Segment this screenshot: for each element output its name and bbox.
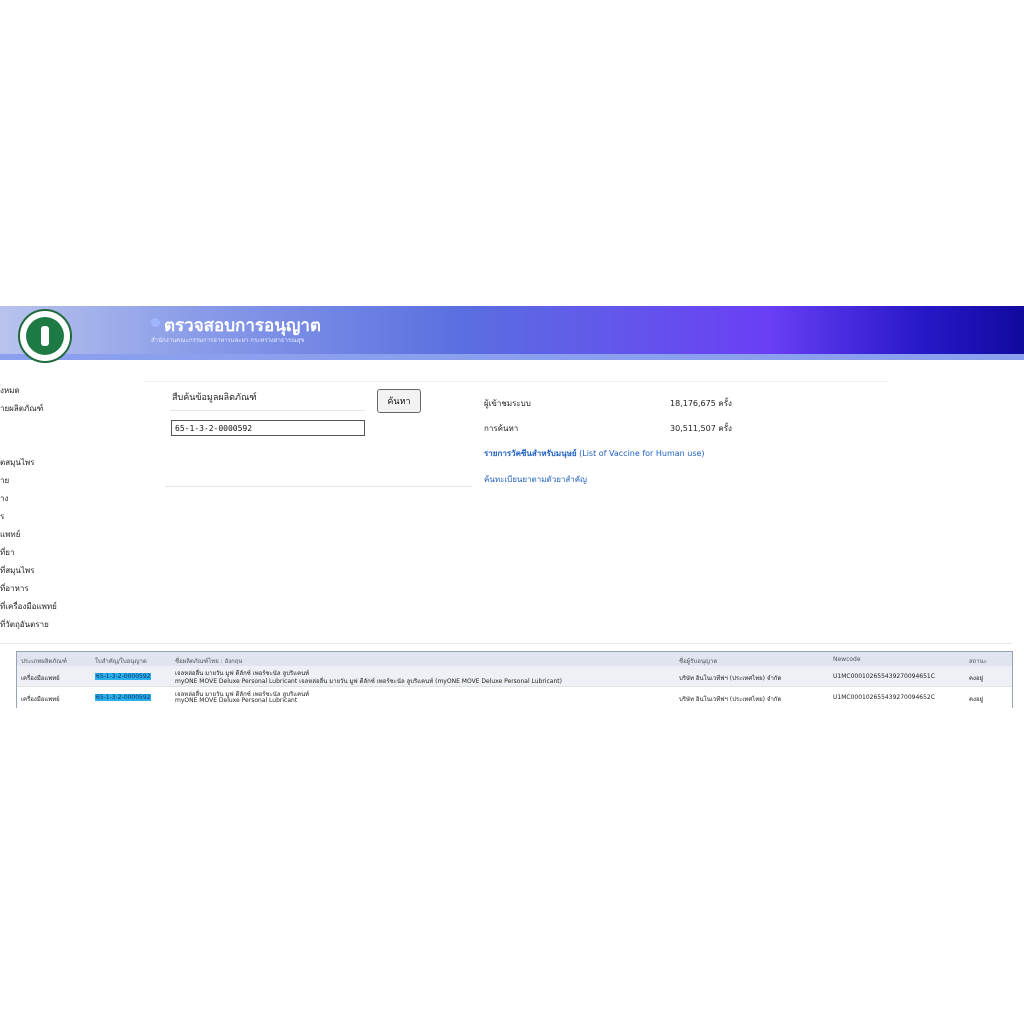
cell-type: เครื่องมือแพทย์ [21,696,60,703]
sidebar-item-all[interactable]: ั้งหมด [0,384,20,397]
table-row[interactable]: เครื่องมือแพทย์ 65-1-3-2-0000592 เจลหล่อ… [17,686,1012,708]
cell-license[interactable]: 65-1-3-2-0000592 [95,694,152,701]
sidebar-item-drug-place[interactable]: ที่ยา [0,546,14,559]
cell-license[interactable]: 65-1-3-2-0000592 [95,673,152,680]
sidebar-item-5[interactable]: าย [0,474,9,487]
cell-name-en: myONE MOVE Deluxe Personal Lubricant เจล… [175,678,562,685]
cell-newcode: U1MC000102655439270094651C [833,673,935,680]
content-divider [145,381,887,382]
header-banner [0,306,1024,354]
header-strip [0,354,1024,360]
cell-name-en: myONE MOVE Deluxe Personal Lubricant [175,697,298,704]
cell-licensee: บริษัท อินโนเวทีฟฯ (ประเทศไทย) จำกัด [679,696,782,703]
col-header-license[interactable]: ใบสำคัญ/ใบอนุญาต [95,656,147,666]
sidebar-item-medical[interactable]: แพทย์ [0,528,20,541]
visitors-label: ผู้เข้าชมระบบ [484,399,531,408]
search-input[interactable] [171,420,365,436]
sidebar-item-7[interactable]: ร [0,510,4,523]
table-row[interactable]: เครื่องมือแพทย์ 65-1-3-2-0000592 เจลหล่อ… [17,666,1012,686]
sidebar-item-product-seller[interactable]: ายผลิตภัณฑ์ [0,402,43,415]
cell-newcode: U1MC000102655439270094652C [833,694,935,701]
search-button[interactable]: ค้นหา [377,389,421,413]
title-dot-icon [151,318,160,327]
vaccine-link-english: (List of Vaccine for Human use) [576,449,705,458]
sidebar-item-device-place[interactable]: ที่เครื่องมือแพทย์ [0,600,57,613]
sidebar-item-6[interactable]: าง [0,492,8,505]
cell-status: คงอยู่ [969,696,984,703]
results-table: ประเภทผลิตภัณฑ์ ใบสำคัญ/ใบอนุญาต ชื่อผลิ… [16,651,1013,708]
cell-licensee: บริษัท อินโนเวทีฟฯ (ประเทศไทย) จำกัด [679,675,782,682]
sidebar-item-herbal[interactable]: ิตสมุนไพร [0,456,34,469]
table-header-row: ประเภทผลิตภัณฑ์ ใบสำคัญ/ใบอนุญาต ชื่อผลิ… [17,652,1012,667]
sidebar-item-herbal-place[interactable]: ที่สมุนไพร [0,564,35,577]
drug-register-search-link[interactable]: ค้นทะเบียนยาตามตัวยาสำคัญ [484,473,587,486]
table-divider [0,643,1012,644]
col-header-name[interactable]: ชื่อผลิตภัณฑ์ไทย : อังกฤษ [175,656,242,666]
fda-logo-icon [18,309,72,363]
col-header-status[interactable]: สถานะ [969,656,987,666]
search-panel-divider [165,486,472,487]
license-highlight: 65-1-3-2-0000592 [95,673,152,680]
license-highlight: 65-1-3-2-0000592 [95,694,152,701]
searches-value: 30,511,507 ครั้ง [670,424,732,433]
visitors-value: 18,176,675 ครั้ง [670,399,732,408]
col-header-licensee[interactable]: ชื่อผู้รับอนุญาต [679,656,717,666]
col-header-newcode[interactable]: Newcode [833,656,861,663]
vaccine-link-thai: รายการวัคซีนสำหรับมนุษย์ [484,449,577,458]
page-subtitle: สำนักงานคณะกรรมการอาหารและยา กระทรวงสาธา… [151,337,305,344]
search-label: สืบค้นข้อมูลผลิตภัณฑ์ [172,393,257,403]
sidebar-item-food-place[interactable]: ที่อาหาร [0,582,29,595]
cell-type: เครื่องมือแพทย์ [21,675,60,682]
vaccine-list-link[interactable]: รายการวัคซีนสำหรับมนุษย์ (List of Vaccin… [484,447,705,460]
searches-label: การค้นหา [484,424,519,433]
search-label-divider [170,410,365,411]
sidebar-item-hazard-place[interactable]: ที่วัตถุอันตราย [0,618,49,631]
cell-status: คงอยู่ [969,675,984,682]
col-header-type[interactable]: ประเภทผลิตภัณฑ์ [21,656,67,666]
